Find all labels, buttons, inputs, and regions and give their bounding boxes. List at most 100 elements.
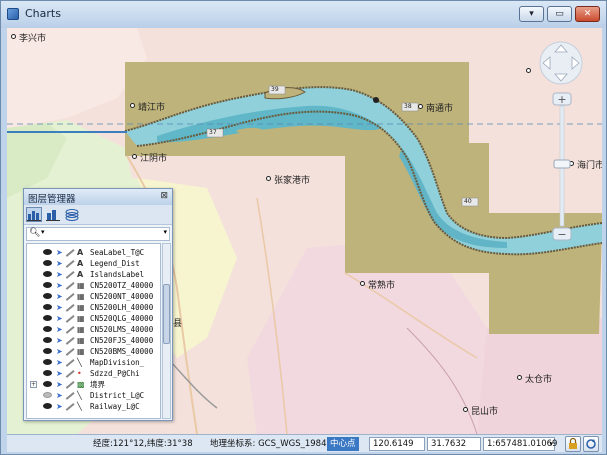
raster-layer-icon: ▦	[77, 281, 85, 290]
scrollbar-thumb[interactable]	[163, 284, 170, 344]
layer-row[interactable]: ➤ ╲ Railway_L@C	[27, 401, 160, 412]
group-view-button[interactable]	[45, 207, 61, 222]
raster-layer-icon: ▦	[77, 292, 85, 301]
editable-pencil-icon[interactable]	[65, 358, 75, 367]
editable-pencil-icon[interactable]	[65, 281, 75, 290]
selectable-cursor-icon[interactable]: ➤	[56, 248, 63, 257]
layer-row[interactable]: ➤ ▦ CN5200TZ_40000	[27, 280, 160, 291]
city-marker	[418, 104, 423, 109]
layer-list-scrollbar[interactable]	[162, 243, 171, 419]
layer-row[interactable]: ➤ A Legend_Dist	[27, 258, 160, 269]
search-icon: 🔍︎	[29, 228, 41, 238]
layer-row[interactable]: ➤ ▦ CN520FJS_40000	[27, 335, 160, 346]
editable-pencil-icon[interactable]	[65, 347, 75, 356]
close-icon: ✕	[583, 9, 592, 19]
layer-stack-button[interactable]	[64, 207, 80, 222]
layer-row[interactable]: ➤ ▦ CN5200LH_40000	[27, 302, 160, 313]
layer-row[interactable]: ➤ • Sdzzd_P@Chi	[27, 368, 160, 379]
editable-pencil-icon[interactable]	[65, 391, 75, 400]
visibility-eye-icon[interactable]	[43, 326, 52, 332]
selectable-cursor-icon[interactable]: ➤	[56, 402, 63, 411]
editable-pencil-icon[interactable]	[65, 270, 75, 279]
editable-pencil-icon[interactable]	[65, 380, 75, 389]
layers-icon	[65, 209, 79, 221]
selectable-cursor-icon[interactable]: ➤	[56, 336, 63, 345]
selectable-cursor-icon[interactable]: ➤	[56, 380, 63, 389]
layer-search-input[interactable]: 🔍︎ ▾ ▾	[26, 227, 170, 241]
visibility-eye-icon[interactable]	[43, 315, 52, 321]
layer-row[interactable]: + ➤ ▩ 境界	[27, 379, 160, 390]
selectable-cursor-icon[interactable]: ➤	[56, 347, 63, 356]
visibility-eye-icon[interactable]	[43, 293, 52, 299]
layer-name: CN520BMS_40000	[90, 347, 154, 356]
layer-row[interactable]: ➤ ╲ District_L@C	[27, 390, 160, 401]
center-x-input[interactable]: 120.6149	[369, 437, 425, 451]
layer-row[interactable]: ➤ A SeaLabel_T@C	[27, 247, 160, 258]
layer-row[interactable]: ➤ ▦ CN520BMS_40000	[27, 346, 160, 357]
layer-row[interactable]: ➤ ▦ CN520QLG_40000	[27, 313, 160, 324]
editable-pencil-icon[interactable]	[65, 402, 75, 411]
zoom-slider[interactable]: + −	[552, 92, 572, 242]
raster-layer-icon: ▦	[77, 314, 85, 323]
layer-row[interactable]: ➤ ▦ CN5200NT_40000	[27, 291, 160, 302]
panel-title-bar[interactable]: 图层管理器 ⊠	[24, 189, 172, 205]
dropdown-button[interactable]: ▾	[519, 6, 544, 22]
chevron-down-icon[interactable]: ▾	[549, 438, 553, 450]
selectable-cursor-icon[interactable]: ➤	[56, 259, 63, 268]
panel-close-icon[interactable]: ⊠	[160, 191, 168, 201]
city-marker	[526, 68, 531, 73]
center-y-input[interactable]: 31.7632	[427, 437, 481, 451]
minimize-button[interactable]: ▭	[547, 6, 572, 22]
selectable-cursor-icon[interactable]: ➤	[56, 292, 63, 301]
lock-button[interactable]	[565, 436, 581, 452]
layer-row[interactable]: ➤ A IslandsLabel	[27, 269, 160, 280]
editable-pencil-icon[interactable]	[65, 292, 75, 301]
visibility-eye-icon[interactable]	[43, 260, 52, 266]
selectable-cursor-icon[interactable]: ➤	[56, 391, 63, 400]
panel-title: 图层管理器	[28, 194, 76, 205]
visibility-eye-icon[interactable]	[43, 403, 52, 409]
visibility-eye-icon[interactable]	[43, 304, 52, 310]
editable-pencil-icon[interactable]	[65, 303, 75, 312]
pan-control[interactable]	[538, 40, 584, 86]
chevron-down-icon[interactable]: ▾	[41, 228, 45, 236]
layer-row[interactable]: ➤ ▦ CN520LMS_40000	[27, 324, 160, 335]
visibility-eye-icon[interactable]	[43, 392, 52, 398]
selectable-cursor-icon[interactable]: ➤	[56, 270, 63, 279]
city-marker	[517, 375, 522, 380]
visibility-eye-icon[interactable]	[43, 381, 52, 387]
layer-name: Legend_Dist	[90, 259, 140, 268]
editable-pencil-icon[interactable]	[65, 369, 75, 378]
layer-row[interactable]: ➤ ╲ MapDivision_	[27, 357, 160, 368]
selectable-cursor-icon[interactable]: ➤	[56, 303, 63, 312]
layer-name: MapDivision_	[90, 358, 145, 367]
editable-pencil-icon[interactable]	[65, 325, 75, 334]
editable-pencil-icon[interactable]	[65, 336, 75, 345]
city-label: 海门市	[577, 161, 602, 171]
visibility-eye-icon[interactable]	[43, 359, 52, 365]
settings-button[interactable]	[583, 436, 599, 452]
raster-layer-icon: ▦	[77, 336, 85, 345]
map-badge: 40	[464, 198, 472, 205]
selectable-cursor-icon[interactable]: ➤	[56, 281, 63, 290]
selectable-cursor-icon[interactable]: ➤	[56, 325, 63, 334]
selectable-cursor-icon[interactable]: ➤	[56, 358, 63, 367]
city-marker	[266, 176, 271, 181]
scale-value: 1:657481.01069	[487, 439, 558, 449]
scale-select[interactable]: 1:657481.01069 ▾	[483, 437, 558, 451]
editable-pencil-icon[interactable]	[65, 248, 75, 257]
layers-view-button[interactable]	[26, 207, 42, 222]
editable-pencil-icon[interactable]	[65, 259, 75, 268]
expand-toggle-icon[interactable]: +	[30, 381, 37, 388]
visibility-eye-icon[interactable]	[43, 348, 52, 354]
editable-pencil-icon[interactable]	[65, 314, 75, 323]
visibility-eye-icon[interactable]	[43, 282, 52, 288]
close-button[interactable]: ✕	[575, 6, 600, 22]
search-dropdown-icon[interactable]: ▾	[163, 228, 167, 236]
selectable-cursor-icon[interactable]: ➤	[56, 314, 63, 323]
visibility-eye-icon[interactable]	[43, 249, 52, 255]
selectable-cursor-icon[interactable]: ➤	[56, 369, 63, 378]
visibility-eye-icon[interactable]	[43, 370, 52, 376]
visibility-eye-icon[interactable]	[43, 271, 52, 277]
visibility-eye-icon[interactable]	[43, 337, 52, 343]
